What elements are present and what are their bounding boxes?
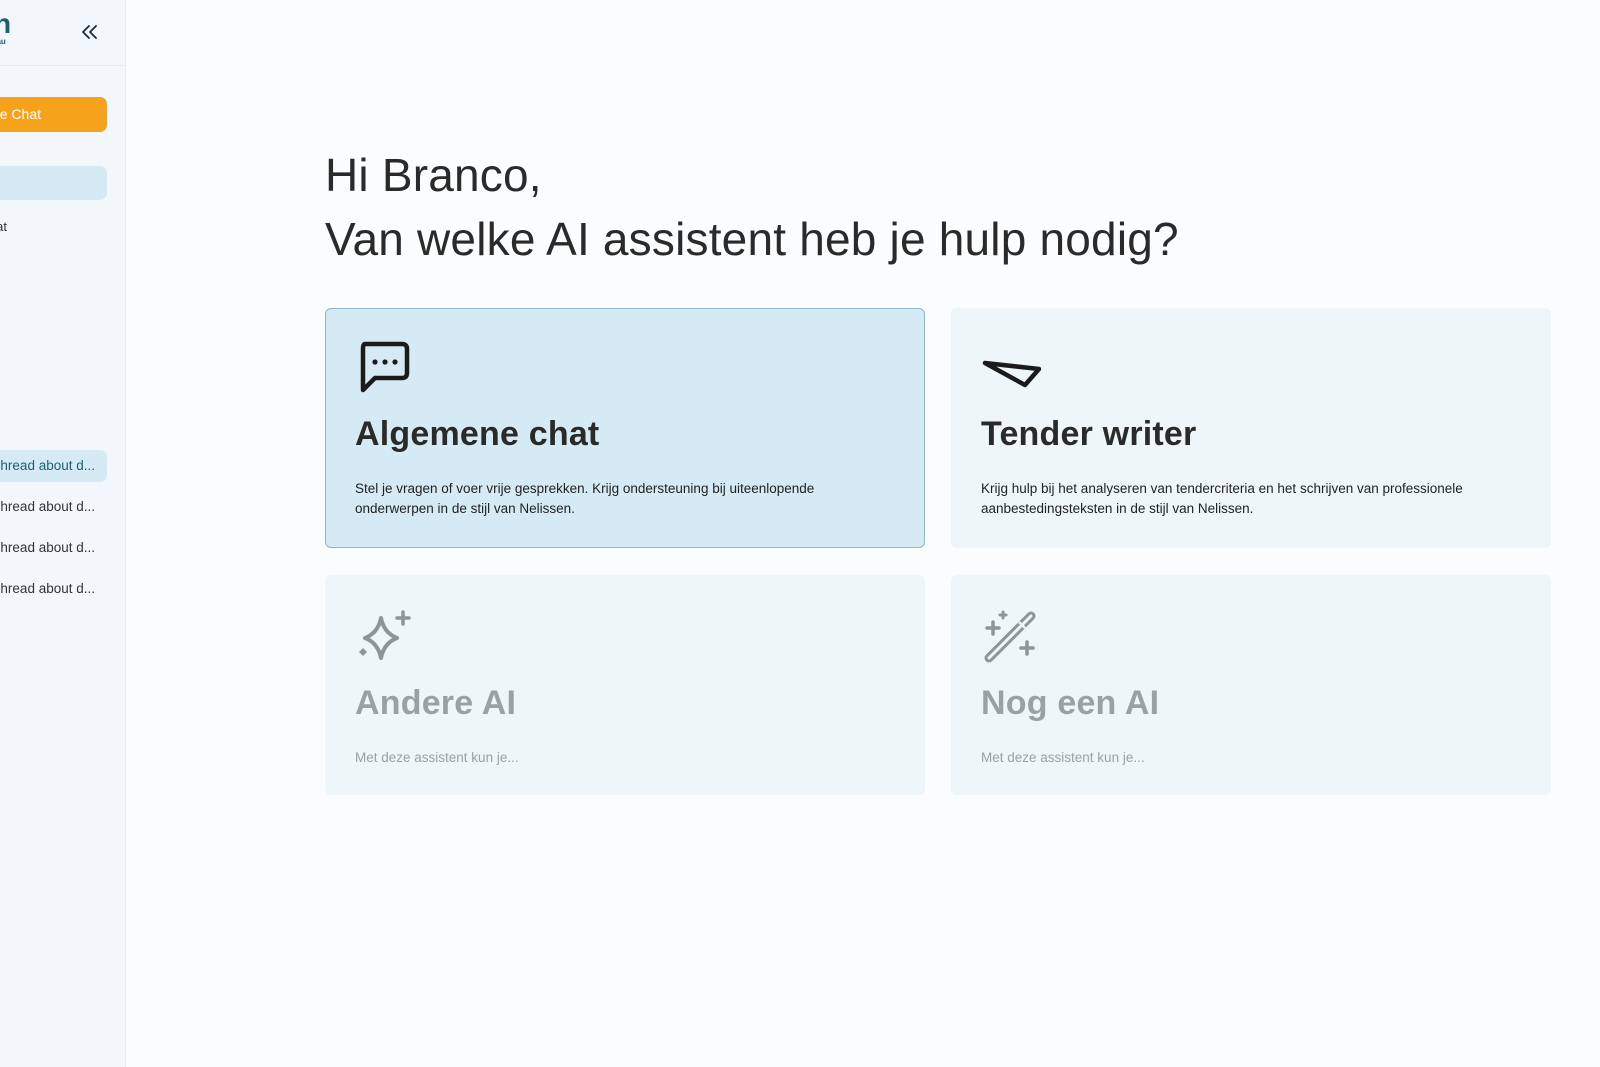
assistant-card-tender-writer[interactable]: Tender writer Krijg hulp bij het analyse… [951, 308, 1551, 548]
double-chevron-left-icon [82, 25, 97, 39]
new-chat-label: e Chat [0, 106, 41, 122]
sidebar: n eau e Chat at hread about d... hread a… [0, 0, 126, 1067]
thread-item[interactable]: hread about d... [0, 491, 107, 523]
thread-item[interactable]: hread about d... [0, 450, 107, 482]
card-title: Andere AI [355, 684, 517, 722]
thread-label: hread about d... [0, 458, 95, 473]
sidebar-item-label: at [0, 219, 7, 234]
card-description: Stel je vragen of voer vrije gesprekken.… [355, 481, 815, 516]
card-title: Algemene chat [355, 415, 600, 453]
logo[interactable]: n eau [0, 16, 24, 48]
send-icon [982, 360, 1041, 388]
thread-item[interactable]: hread about d... [0, 532, 107, 564]
assistant-card-andere-ai[interactable]: Andere AI Met deze assistent kun je... [325, 575, 925, 795]
card-description: Met deze assistent kun je... [355, 750, 519, 765]
thread-label: hread about d... [0, 540, 95, 555]
greeting-line-2: Van welke AI assistent heb je hulp nodig… [325, 213, 1179, 265]
magic-wand-icon [984, 610, 1036, 663]
sparkle-icon [359, 610, 411, 660]
sidebar-header: n eau [0, 0, 125, 66]
collapse-sidebar-button[interactable] [78, 20, 102, 44]
card-title: Tender writer [981, 415, 1197, 453]
sidebar-item-active[interactable] [0, 166, 107, 200]
card-description: Met deze assistent kun je... [981, 750, 1145, 765]
sidebar-item-chat[interactable]: at [0, 217, 107, 237]
logo-mark: n [0, 16, 12, 39]
new-chat-button[interactable]: e Chat [0, 97, 107, 132]
card-title: Nog een AI [981, 684, 1160, 722]
assistant-card-algemene-chat[interactable]: Algemene chat Stel je vragen of voer vri… [325, 308, 925, 548]
assistant-card-nog-een-ai[interactable]: Nog een AI Met deze assistent kun je... [951, 575, 1551, 795]
page-greeting: Hi Branco, Van welke AI assistent heb je… [325, 143, 1425, 271]
card-description: Krijg hulp bij het analyseren van tender… [981, 481, 1463, 516]
greeting-line-1: Hi Branco, [325, 149, 542, 201]
logo-subtitle: eau [0, 37, 6, 46]
thread-item[interactable]: hread about d... [0, 573, 107, 605]
app-root: n eau e Chat at hread about d... hread a… [0, 0, 1600, 1067]
thread-label: hread about d... [0, 581, 95, 596]
chat-bubble-icon [360, 341, 410, 393]
thread-label: hread about d... [0, 499, 95, 514]
